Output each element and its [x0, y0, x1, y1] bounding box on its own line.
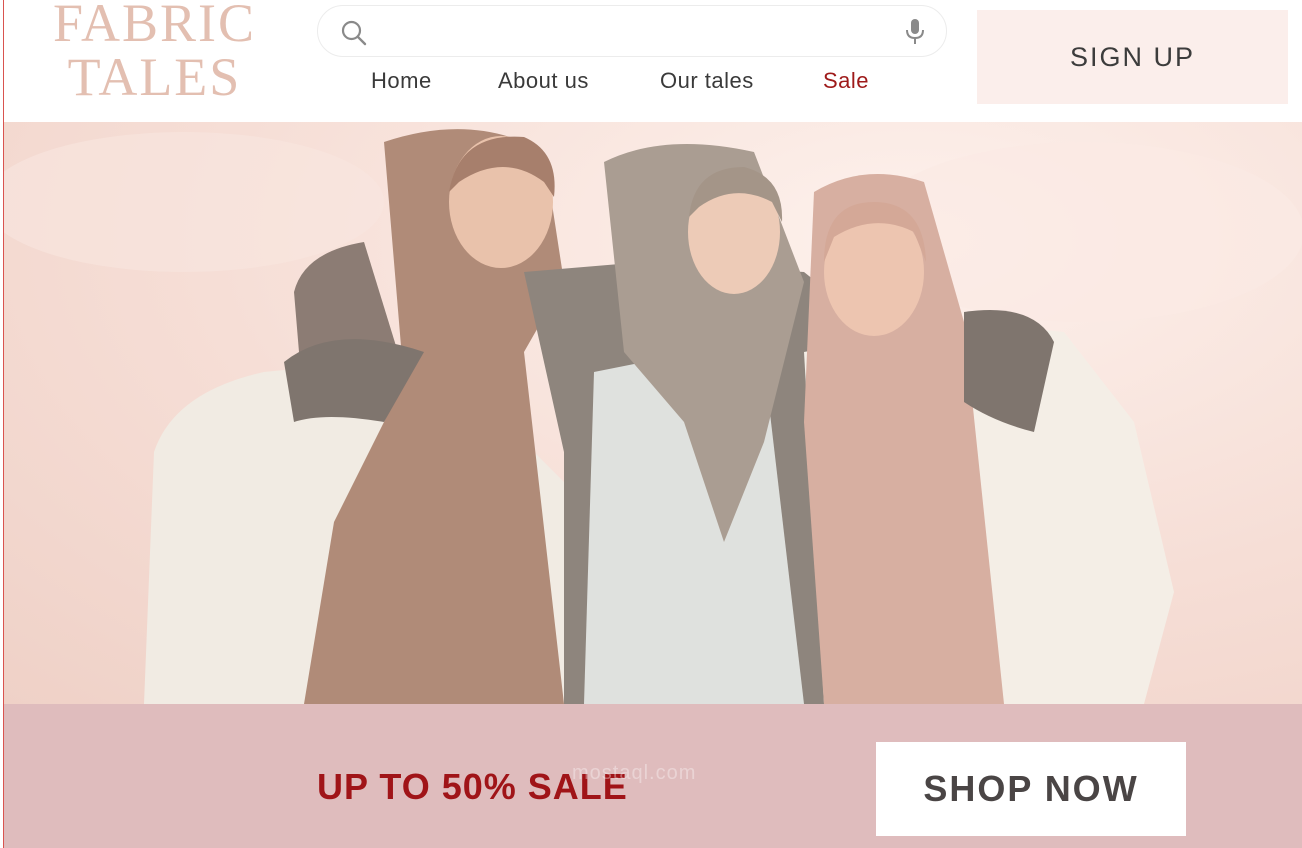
sign-up-button[interactable]: SIGN UP — [977, 10, 1288, 104]
search-icon[interactable] — [340, 19, 368, 47]
nav-about-us[interactable]: About us — [498, 68, 589, 98]
brand-logo[interactable]: FABRIC TALES — [52, 0, 257, 108]
search-bar[interactable] — [317, 5, 947, 57]
logo-line-1: FABRIC — [52, 0, 257, 53]
nav-our-tales[interactable]: Our tales — [660, 68, 754, 98]
page-left-border — [3, 0, 4, 848]
search-input[interactable] — [380, 16, 880, 48]
hero-banner — [4, 122, 1302, 704]
hero-image — [4, 129, 1302, 704]
nav-home[interactable]: Home — [371, 68, 432, 98]
shop-now-button[interactable]: SHOP NOW — [876, 742, 1186, 836]
logo-line-2: TALES — [67, 47, 242, 107]
site-header: FABRIC TALES Home About us Our tales Sal… — [0, 0, 1302, 122]
promo-banner: UP TO 50% SALE mostaql.com SHOP NOW — [4, 704, 1302, 848]
nav-sale[interactable]: Sale — [823, 68, 869, 98]
watermark: mostaql.com — [572, 762, 697, 784]
mic-icon[interactable] — [904, 18, 926, 46]
